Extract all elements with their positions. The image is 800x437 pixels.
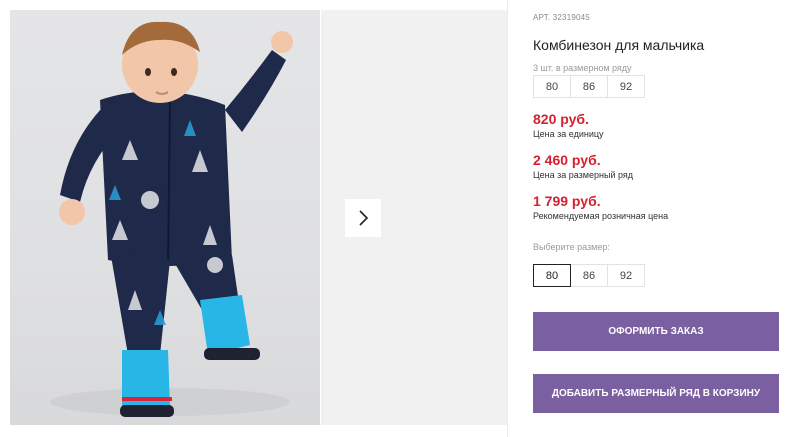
size-option-86[interactable]: 86 bbox=[570, 264, 608, 287]
pack-size-cell: 80 bbox=[533, 75, 571, 98]
size-row-price: 2 460 руб. bbox=[533, 152, 601, 168]
product-photo[interactable] bbox=[10, 10, 320, 425]
size-option-92[interactable]: 92 bbox=[607, 264, 645, 287]
chevron-right-icon bbox=[359, 210, 369, 226]
product-article: АРТ. 32319045 bbox=[533, 13, 590, 22]
pack-sizes-row: 80 86 92 bbox=[533, 75, 645, 98]
size-selector: 80 86 92 bbox=[533, 264, 645, 287]
unit-price: 820 руб. bbox=[533, 111, 589, 127]
product-gallery bbox=[0, 0, 508, 437]
retail-price-caption: Рекомендуемая розничная цена bbox=[533, 211, 669, 221]
retail-price: 1 799 руб. bbox=[533, 193, 601, 209]
choose-size-label: Выберите размер: bbox=[533, 242, 610, 252]
unit-price-caption: Цена за единицу bbox=[533, 129, 604, 139]
column-divider bbox=[507, 0, 508, 437]
pack-size-cell: 92 bbox=[607, 75, 645, 98]
checkout-button[interactable]: ОФОРМИТЬ ЗАКАЗ bbox=[533, 312, 779, 351]
child-in-jumpsuit-illustration bbox=[50, 21, 293, 417]
gallery-next-button[interactable] bbox=[345, 199, 381, 237]
size-row-price-caption: Цена за размерный ряд bbox=[533, 170, 634, 180]
pack-size-cell: 86 bbox=[570, 75, 608, 98]
pack-sizes-note: 3 шт. в размерном ряду bbox=[533, 63, 632, 73]
product-title: Комбинезон для мальчика bbox=[533, 37, 705, 53]
size-option-80[interactable]: 80 bbox=[533, 264, 571, 287]
add-size-row-to-cart-button[interactable]: ДОБАВИТЬ РАЗМЕРНЫЙ РЯД В КОРЗИНУ bbox=[533, 374, 779, 413]
